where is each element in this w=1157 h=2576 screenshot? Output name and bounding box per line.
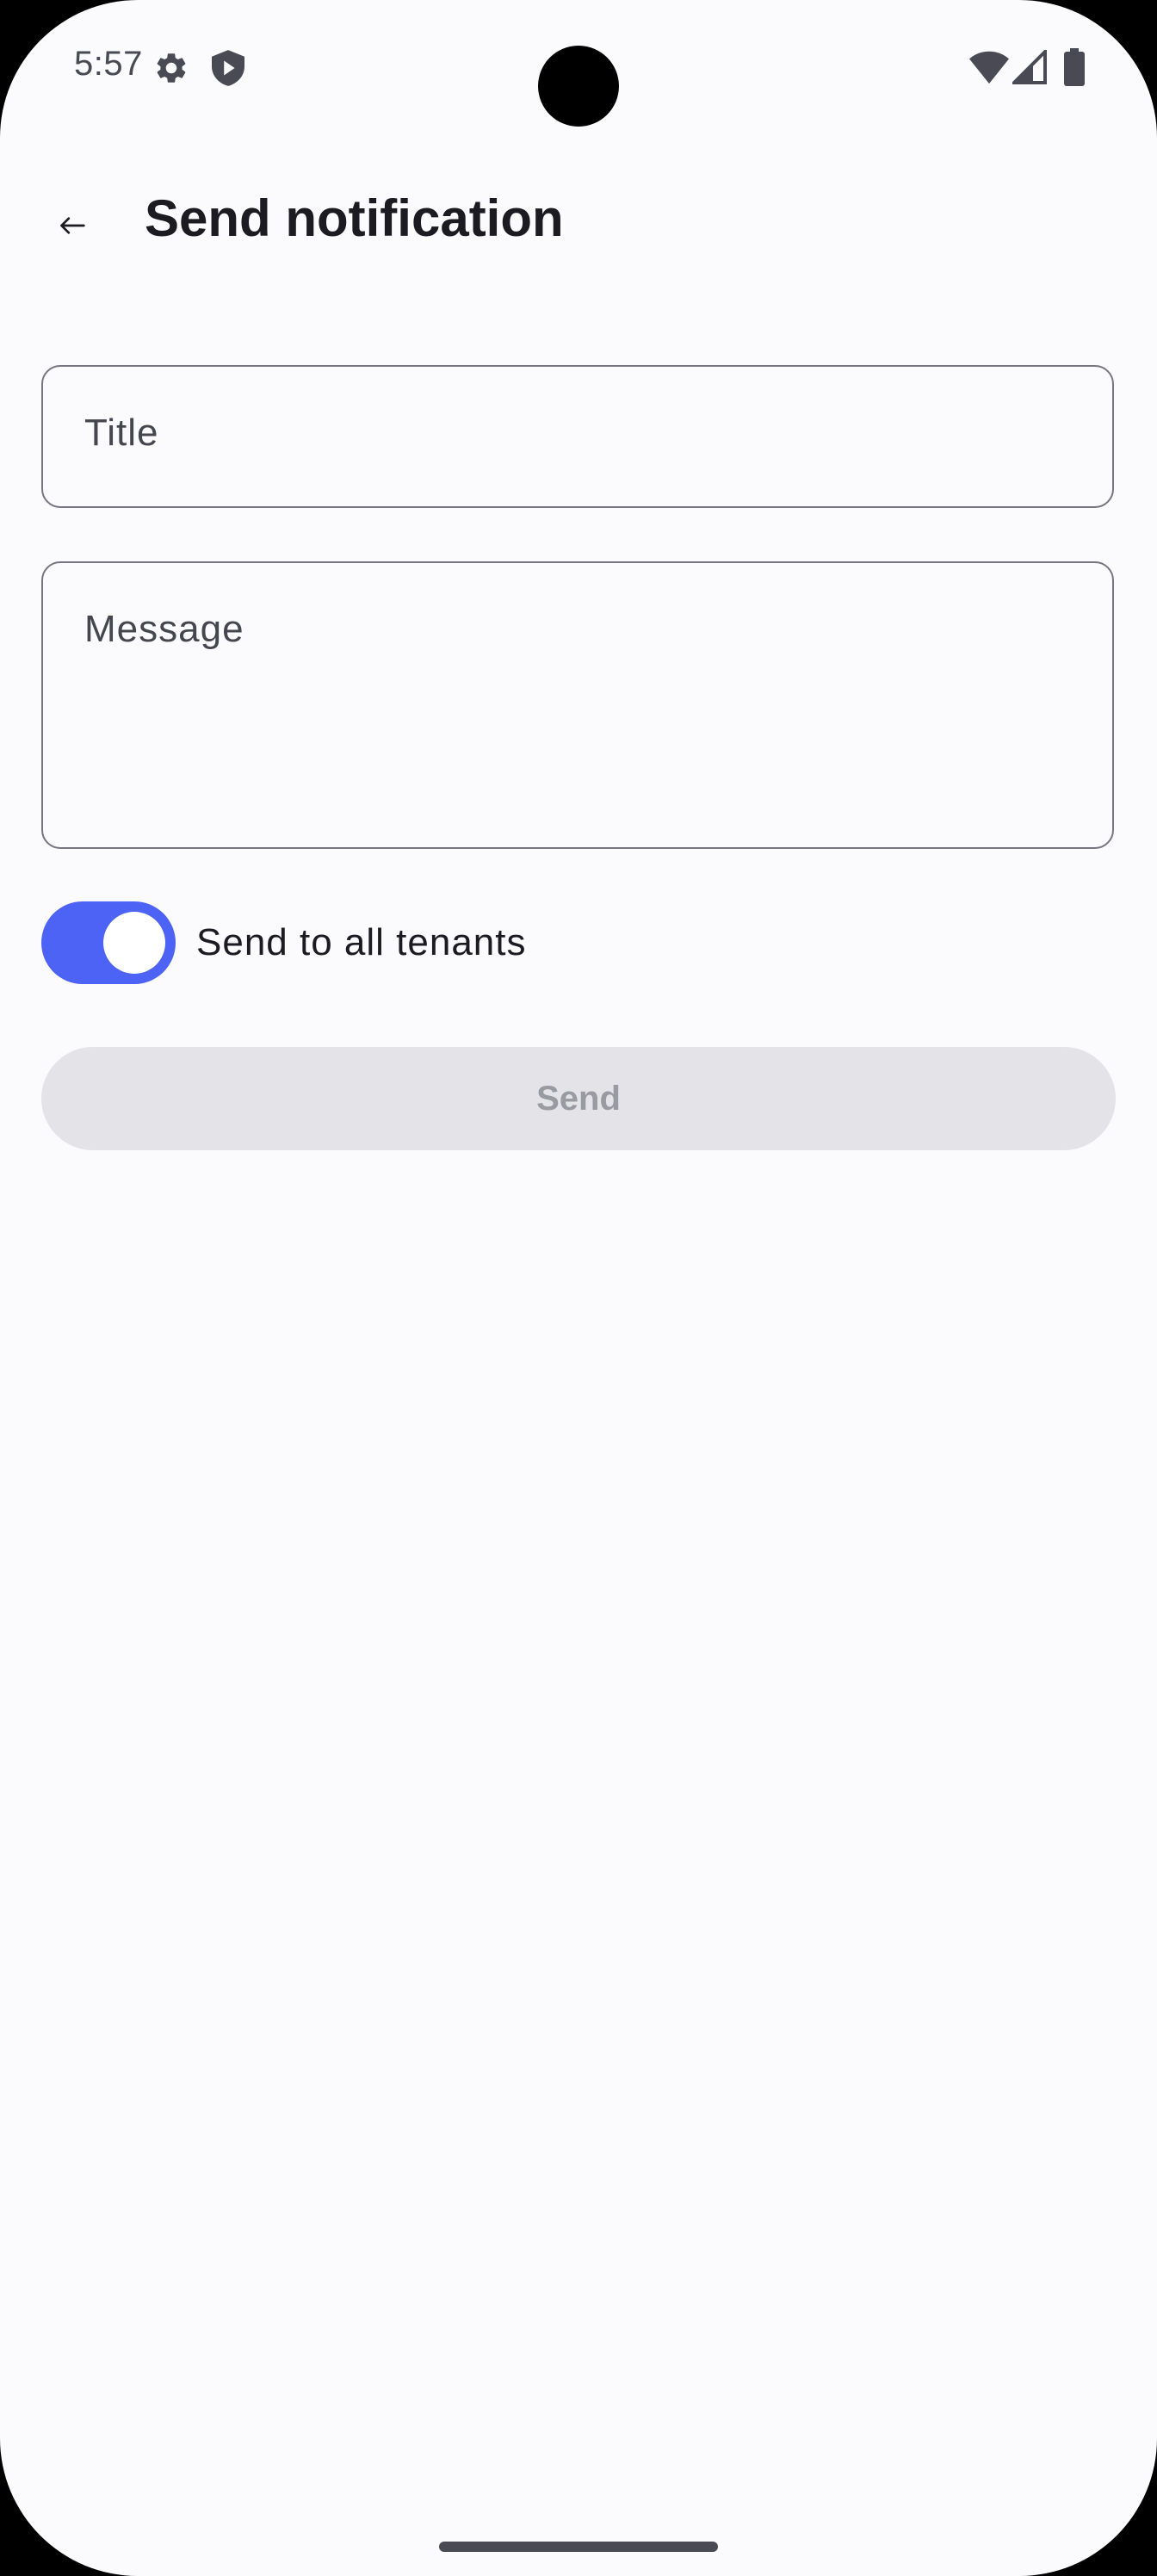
back-button[interactable] [41, 195, 103, 257]
arrow-left-icon [60, 217, 85, 234]
gesture-handle[interactable] [439, 2542, 718, 2552]
app-screen: 5:57 Send notification Title Message Sen… [0, 0, 1157, 2576]
title-input-label: Title [84, 412, 159, 454]
status-bar: 5:57 [0, 0, 1157, 129]
send-to-all-row: Send to all tenants [41, 901, 526, 985]
switch-thumb [103, 912, 165, 974]
title-input[interactable]: Title [41, 365, 1114, 508]
signal-icon [1012, 50, 1047, 84]
front-camera [538, 46, 619, 127]
message-input[interactable]: Message [41, 561, 1114, 849]
send-to-all-label: Send to all tenants [196, 921, 527, 963]
send-button[interactable]: Send [41, 1047, 1116, 1150]
status-time: 5:57 [74, 45, 143, 83]
shield-play-icon [212, 50, 244, 86]
message-input-label: Message [84, 608, 244, 650]
wifi-icon [969, 51, 1009, 84]
gear-icon [157, 53, 186, 83]
send-to-all-switch[interactable] [41, 901, 176, 984]
page-title: Send notification [145, 189, 564, 247]
battery-icon [1064, 48, 1085, 86]
